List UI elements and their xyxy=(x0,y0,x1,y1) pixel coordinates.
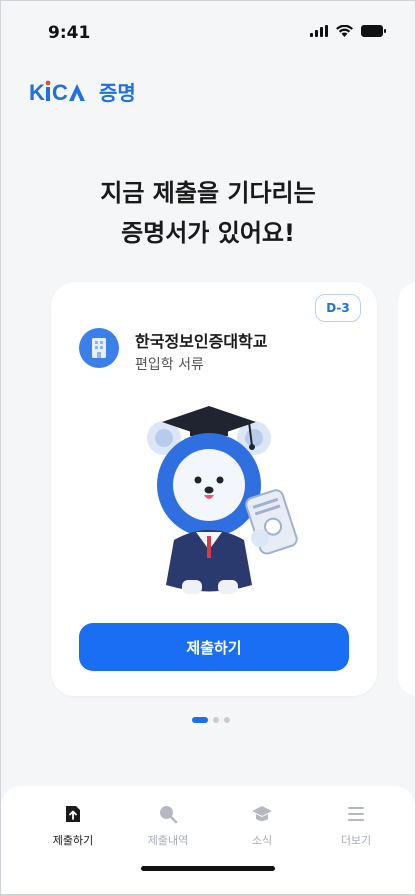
battery-icon xyxy=(361,25,386,37)
document-type: 편입학 서류 xyxy=(135,357,204,373)
status-time: 9:41 xyxy=(48,23,91,43)
status-icons xyxy=(310,25,387,37)
kica-logo: K C 증명 xyxy=(29,77,136,106)
upload-icon xyxy=(66,806,80,822)
next-card-peek[interactable] xyxy=(398,282,415,696)
search-icon xyxy=(160,806,178,824)
home-indicator[interactable] xyxy=(141,866,275,871)
status-bar: 9:41 xyxy=(1,1,415,65)
bottom-nav: 제출하기 제출내역 소식 더보기 xyxy=(1,786,415,894)
graduation-cap-icon xyxy=(252,806,272,821)
signal-icon xyxy=(310,25,328,37)
wifi-icon xyxy=(336,25,353,37)
heading-line-1: 지금 제출을 기다리는 xyxy=(100,179,316,207)
nav-label-more: 더보기 xyxy=(340,834,372,847)
carousel-dot-2[interactable] xyxy=(213,717,219,723)
svg-text:K: K xyxy=(29,80,46,104)
building-icon xyxy=(79,328,119,368)
submit-button[interactable]: 제출하기 xyxy=(79,623,349,671)
dday-badge: D-3 xyxy=(315,294,361,322)
certificate-card[interactable]: D-3 한국정보인증대학교 편입학 서류 제출하기 xyxy=(51,282,377,696)
svg-text:C: C xyxy=(52,80,68,104)
nav-label-news: 소식 xyxy=(251,834,273,847)
logo-suffix: 증명 xyxy=(99,81,136,105)
nav-label-history: 제출내역 xyxy=(147,834,189,847)
nav-item-news[interactable]: 소식 xyxy=(227,804,297,848)
page-heading: 지금 제출을 기다리는 증명서가 있어요! xyxy=(1,173,415,253)
kica-logo-mark: K C xyxy=(29,80,85,104)
app-screen: 9:41 K C 증명 지금 제출을 기다리는 증명서가 있어요! D-3 한국… xyxy=(0,0,416,895)
carousel-dot-1[interactable] xyxy=(192,717,208,723)
nav-item-history[interactable]: 제출내역 xyxy=(133,804,203,848)
carousel-dot-3[interactable] xyxy=(224,717,230,723)
carousel-indicator xyxy=(192,717,230,723)
mascot-illustration xyxy=(147,406,298,594)
nav-label-submit: 제출하기 xyxy=(52,834,94,847)
menu-icon xyxy=(348,807,364,821)
nav-item-submit[interactable]: 제출하기 xyxy=(38,804,108,848)
heading-line-2: 증명서가 있어요! xyxy=(121,219,295,247)
nav-item-more[interactable]: 더보기 xyxy=(321,804,391,848)
institution-name: 한국정보인증대학교 xyxy=(135,332,268,351)
